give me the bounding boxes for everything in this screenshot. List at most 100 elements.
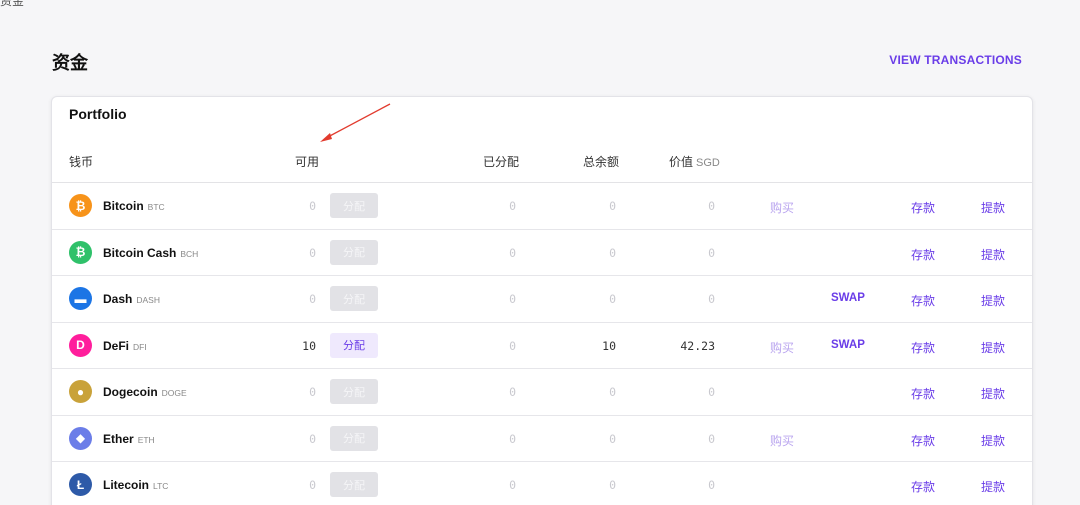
coin-symbol: LTC: [153, 481, 169, 491]
annotation-arrow: [320, 103, 391, 142]
table-row: ▬ Dash DASH 0 分配 0 0 0 SWAP 存款 提款: [52, 276, 1032, 323]
buy-link[interactable]: 购买: [770, 432, 794, 449]
portfolio-card: Portfolio 钱币 可用 已分配 总余额 价值 SGD ₿ Bitcoin B…: [51, 96, 1033, 505]
coin-name-text: Dash: [103, 292, 133, 306]
view-transactions-link[interactable]: VIEW TRANSACTIONS: [889, 53, 1022, 67]
value-amount: 0: [708, 385, 715, 399]
allocate-button[interactable]: 分配: [330, 379, 378, 404]
header-currency: 钱币: [69, 155, 94, 169]
deposit-link[interactable]: 存款: [911, 292, 935, 309]
coin-name: Bitcoin BTC: [103, 199, 165, 213]
available-amount: 0: [309, 478, 316, 492]
header-value-label: 价值: [669, 155, 694, 169]
buy-link[interactable]: 购买: [770, 339, 794, 356]
ether-icon: ◆: [69, 426, 92, 450]
allocated-amount: 0: [509, 245, 516, 260]
allocated-amount: 0: [509, 478, 516, 492]
header-total: 总余额: [583, 155, 620, 169]
value-amount: 0: [708, 199, 715, 213]
available-amount: 0: [309, 292, 316, 306]
table-row: ◆ Ether ETH 0 分配 0 0 0 购买 存款 提款: [52, 416, 1032, 462]
coin-symbol: ETH: [137, 434, 155, 445]
dogecoin-icon: ●: [69, 380, 92, 403]
available-amount: 0: [309, 385, 316, 399]
coin-name-text: Bitcoin: [103, 199, 144, 213]
allocated-amount: 0: [509, 385, 516, 399]
available-amount: 0: [309, 431, 316, 446]
coin-name-text: Ether: [103, 431, 134, 446]
coin-name-text: Dogecoin: [103, 385, 158, 399]
allocate-button[interactable]: 分配: [330, 332, 378, 358]
available-amount: 0: [309, 199, 316, 213]
withdraw-link[interactable]: 提款: [981, 246, 1005, 263]
total-amount: 0: [609, 431, 616, 446]
coin-name-text: Litecoin: [103, 478, 150, 492]
swap-link[interactable]: SWAP: [831, 339, 865, 351]
coin-name: Dogecoin DOGE: [103, 385, 187, 399]
deposit-link[interactable]: 存款: [911, 385, 935, 402]
table-row: ₿ Bitcoin BTC 0 分配 0 0 0 购买 存款 提款: [52, 183, 1032, 230]
deposit-link[interactable]: 存款: [911, 478, 935, 495]
swap-link[interactable]: SWAP: [831, 292, 865, 304]
bitcoin-cash-icon: ₿: [69, 240, 92, 264]
coin-name: DeFi DFI: [103, 339, 147, 353]
coin-symbol: BCH: [180, 248, 199, 259]
table-row: ● Dogecoin DOGE 0 分配 0 0 0 存款 提款: [52, 369, 1032, 416]
deposit-link[interactable]: 存款: [911, 339, 935, 356]
value-amount: 42.23: [680, 338, 715, 353]
total-amount: 0: [609, 245, 616, 260]
value-amount: 0: [708, 431, 715, 446]
withdraw-link[interactable]: 提款: [981, 478, 1005, 495]
value-amount: 0: [708, 245, 715, 260]
coin-name: Ether ETH: [103, 432, 155, 446]
allocate-button[interactable]: 分配: [330, 239, 378, 265]
coin-name: Bitcoin Cash BCH: [103, 246, 198, 260]
coin-symbol: DOGE: [161, 388, 187, 398]
withdraw-link[interactable]: 提款: [981, 385, 1005, 402]
value-amount: 0: [708, 478, 715, 492]
coin-symbol: DFI: [133, 341, 147, 352]
allocate-button[interactable]: 分配: [330, 472, 378, 497]
total-amount: 10: [602, 338, 616, 353]
table-row: ₿ Bitcoin Cash BCH 0 分配 0 0 0 存款 提款: [52, 230, 1032, 276]
page-title: 资金: [52, 53, 88, 73]
corner-text: 资金: [0, 0, 25, 8]
total-amount: 0: [609, 385, 616, 399]
buy-link[interactable]: 购买: [770, 199, 794, 216]
annotation-arrow-head: [320, 133, 332, 142]
table-row: D DeFi DFI 10 分配 0 10 42.23 购买 SWAP 存款 提款: [52, 323, 1032, 369]
deposit-link[interactable]: 存款: [911, 246, 935, 263]
coin-symbol: DASH: [136, 295, 160, 305]
allocate-button[interactable]: 分配: [330, 425, 378, 451]
deposit-link[interactable]: 存款: [911, 199, 935, 216]
withdraw-link[interactable]: 提款: [981, 292, 1005, 309]
allocated-amount: 0: [509, 338, 516, 353]
defi-icon: D: [69, 333, 92, 357]
header-allocated: 已分配: [483, 155, 520, 169]
value-amount: 0: [708, 292, 715, 306]
allocated-amount: 0: [509, 199, 516, 213]
available-amount: 10: [302, 338, 316, 353]
header-value-unit: SGD: [696, 157, 720, 169]
bitcoin-icon: ₿: [69, 194, 92, 217]
deposit-link[interactable]: 存款: [911, 432, 935, 449]
litecoin-icon: Ł: [69, 473, 92, 496]
coin-symbol: BTC: [147, 202, 165, 212]
withdraw-link[interactable]: 提款: [981, 432, 1005, 449]
total-amount: 0: [609, 292, 616, 306]
allocated-amount: 0: [509, 431, 516, 446]
total-amount: 0: [609, 199, 616, 213]
annotation-arrow-line: [325, 103, 391, 139]
total-amount: 0: [609, 478, 616, 492]
coin-name-text: Bitcoin Cash: [103, 245, 177, 260]
allocate-button[interactable]: 分配: [330, 286, 378, 311]
allocated-amount: 0: [509, 292, 516, 306]
header-value: 价值 SGD: [669, 153, 720, 170]
allocate-button[interactable]: 分配: [330, 193, 378, 218]
withdraw-link[interactable]: 提款: [981, 339, 1005, 356]
header-available: 可用: [295, 155, 320, 169]
table-row: Ł Litecoin LTC 0 分配 0 0 0 存款 提款: [52, 462, 1032, 505]
available-amount: 0: [309, 245, 316, 260]
withdraw-link[interactable]: 提款: [981, 199, 1005, 216]
dash-icon: ▬: [69, 287, 92, 310]
